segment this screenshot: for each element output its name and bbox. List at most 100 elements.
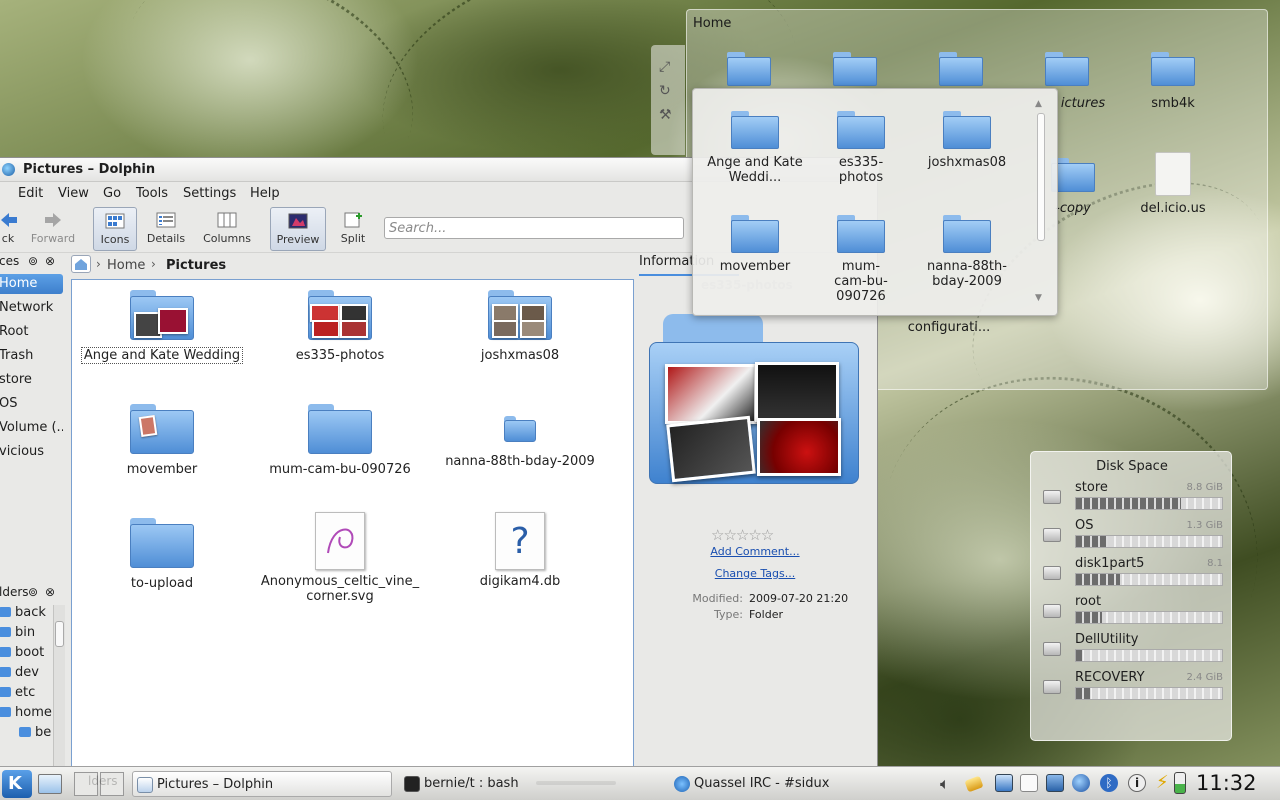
file-view[interactable]: Ange and Kate Wedding es335-photos joshx… — [71, 279, 634, 767]
smb4k-folder-icon[interactable] — [1151, 52, 1195, 86]
columns-view-button[interactable]: Columns — [199, 207, 255, 251]
popup-folder-item[interactable]: Ange and Kate Weddi... — [705, 111, 805, 185]
menu-help[interactable]: Help — [250, 186, 280, 201]
popup-folder-item[interactable]: movember — [705, 215, 805, 274]
folder-tree-item[interactable]: be — [0, 725, 53, 745]
folder-tree-item[interactable]: back — [0, 605, 53, 625]
file-icon[interactable] — [1155, 152, 1191, 196]
browser-icon[interactable] — [1072, 774, 1090, 792]
preview-toggle-button[interactable]: Preview — [270, 207, 326, 251]
places-item-store[interactable]: store — [0, 370, 63, 390]
scroll-down-icon[interactable]: ▼ — [1035, 293, 1042, 303]
desktop-folder-icon[interactable] — [939, 52, 983, 86]
disk-row[interactable]: store 8.8 GiB — [1043, 480, 1223, 516]
menu-go[interactable]: Go — [103, 186, 121, 201]
volume-icon[interactable]: 🔈︎ — [940, 774, 958, 793]
menu-tools[interactable]: Tools — [136, 186, 168, 201]
disk-row[interactable]: DellUtility — [1043, 632, 1223, 668]
menu-edit[interactable]: Edit — [18, 186, 43, 201]
info-icon[interactable]: i — [1128, 774, 1146, 792]
icons-view-icon — [105, 213, 125, 229]
desktop-item-label[interactable]: smb4k — [1123, 96, 1223, 111]
task-quassel[interactable]: Quassel IRC - #sidux — [670, 771, 930, 797]
popup-folder-item[interactable]: es335-photos — [811, 111, 911, 185]
rating-stars[interactable]: ☆☆☆☆☆ — [711, 526, 774, 544]
wrench-icon[interactable]: ⚒ — [659, 107, 672, 123]
file-item[interactable]: Anonymous_celtic_vine_ corner.svg — [250, 512, 430, 604]
show-desktop-icon[interactable] — [38, 774, 62, 794]
places-item-volume[interactable]: Volume (... — [0, 418, 63, 438]
resize-icon[interactable]: ⤢ — [659, 59, 670, 75]
folder-item[interactable]: es335-photos — [250, 290, 430, 363]
folder-item[interactable]: to-upload — [72, 518, 252, 591]
disk-size: 2.4 GiB — [1186, 672, 1223, 683]
battery-icon[interactable] — [1174, 772, 1186, 794]
clock[interactable]: 11:32 — [1196, 771, 1257, 795]
home-icon[interactable] — [71, 255, 91, 273]
scrollbar-thumb[interactable] — [55, 621, 64, 647]
desktop-item-label[interactable]: del.icio.us — [1123, 201, 1223, 216]
split-view-button[interactable]: Split — [335, 207, 371, 251]
file-item[interactable]: ? digikam4.db — [430, 512, 610, 589]
popup-folder-item[interactable]: joshxmas08 — [917, 111, 1017, 170]
kde-menu-icon[interactable]: K — [2, 770, 32, 798]
desktop-item-label[interactable]: configurati... — [899, 320, 999, 335]
places-item-vicious[interactable]: vicious — [0, 442, 63, 462]
power-icon[interactable]: ⚡ — [1156, 774, 1174, 792]
folder-item[interactable]: mum-cam-bu-090726 — [250, 404, 430, 477]
forward-button[interactable]: Forward — [27, 207, 79, 251]
folder-item[interactable]: joshxmas08 — [430, 290, 610, 363]
panel-float-icon[interactable]: ⊚ — [28, 254, 38, 268]
hard-drive-icon — [1043, 642, 1061, 656]
desktop-folder-icon[interactable] — [1045, 52, 1089, 86]
panel-float-icon[interactable]: ⊚ — [28, 585, 38, 599]
network-icon[interactable] — [1046, 774, 1064, 792]
places-item-root[interactable]: Root — [0, 322, 63, 342]
folders-scrollbar[interactable] — [53, 605, 65, 767]
disk-row[interactable]: RECOVERY 2.4 GiB — [1043, 670, 1223, 706]
folder-item[interactable]: Ange and Kate Wedding — [72, 290, 252, 364]
icons-view-button[interactable]: Icons — [93, 207, 137, 251]
folder-item[interactable]: movember — [72, 404, 252, 477]
scrollbar-thumb[interactable] — [1037, 113, 1045, 241]
menu-view[interactable]: View — [58, 186, 89, 201]
places-item-trash[interactable]: Trash — [0, 346, 63, 366]
breadcrumb-current[interactable]: Pictures — [166, 258, 226, 273]
disk-name: DellUtility — [1075, 632, 1139, 647]
popup-folder-item[interactable]: nanna-88th-bday-2009 — [917, 215, 1017, 289]
menu-settings[interactable]: Settings — [183, 186, 236, 201]
folder-tree-item[interactable]: dev — [0, 665, 53, 685]
folder-item[interactable]: nanna-88th-bday-2009 — [430, 404, 610, 469]
disk-row[interactable]: root — [1043, 594, 1223, 630]
desktop-folder-icon[interactable] — [727, 52, 771, 86]
places-item-os[interactable]: OS — [0, 394, 63, 414]
folder-tree-item[interactable]: etc — [0, 685, 53, 705]
add-comment-link[interactable]: Add Comment... — [639, 545, 871, 558]
bluetooth-icon[interactable]: ᛒ — [1100, 774, 1118, 792]
panel-close-icon[interactable]: ⊗ — [45, 585, 55, 599]
popup-scrollbar[interactable]: ▲ ▼ — [1035, 99, 1049, 309]
task-dolphin[interactable]: Pictures – Dolphin — [132, 771, 392, 797]
folder-tree-item[interactable]: home — [0, 705, 53, 725]
places-item-network[interactable]: Network — [0, 298, 63, 318]
change-tags-link[interactable]: Change Tags... — [639, 567, 871, 580]
dolphin-app-icon[interactable] — [2, 163, 15, 176]
task-terminal[interactable]: bernie/t : bash — [400, 771, 660, 797]
scroll-up-icon[interactable]: ▲ — [1035, 99, 1042, 109]
klipper-icon[interactable] — [964, 775, 984, 793]
disk-row[interactable]: OS 1.3 GiB — [1043, 518, 1223, 554]
details-view-button[interactable]: Details — [143, 207, 189, 251]
rotate-icon[interactable]: ↻ — [659, 83, 671, 99]
breadcrumb-home[interactable]: Home — [107, 258, 145, 273]
folder-tree-item[interactable]: boot — [0, 645, 53, 665]
places-item-home[interactable]: Home — [0, 274, 63, 294]
search-input[interactable]: Search... — [384, 217, 684, 239]
panel-close-icon[interactable]: ⊗ — [45, 254, 55, 268]
disk-row[interactable]: disk1part5 8.1 — [1043, 556, 1223, 592]
display-icon[interactable] — [995, 774, 1013, 792]
back-button[interactable]: ck — [0, 207, 17, 251]
popup-folder-item[interactable]: mum-cam-bu-090726 — [811, 215, 911, 304]
notes-icon[interactable] — [1020, 774, 1038, 792]
desktop-folder-icon[interactable] — [833, 52, 877, 86]
folder-tree-item[interactable]: bin — [0, 625, 53, 645]
